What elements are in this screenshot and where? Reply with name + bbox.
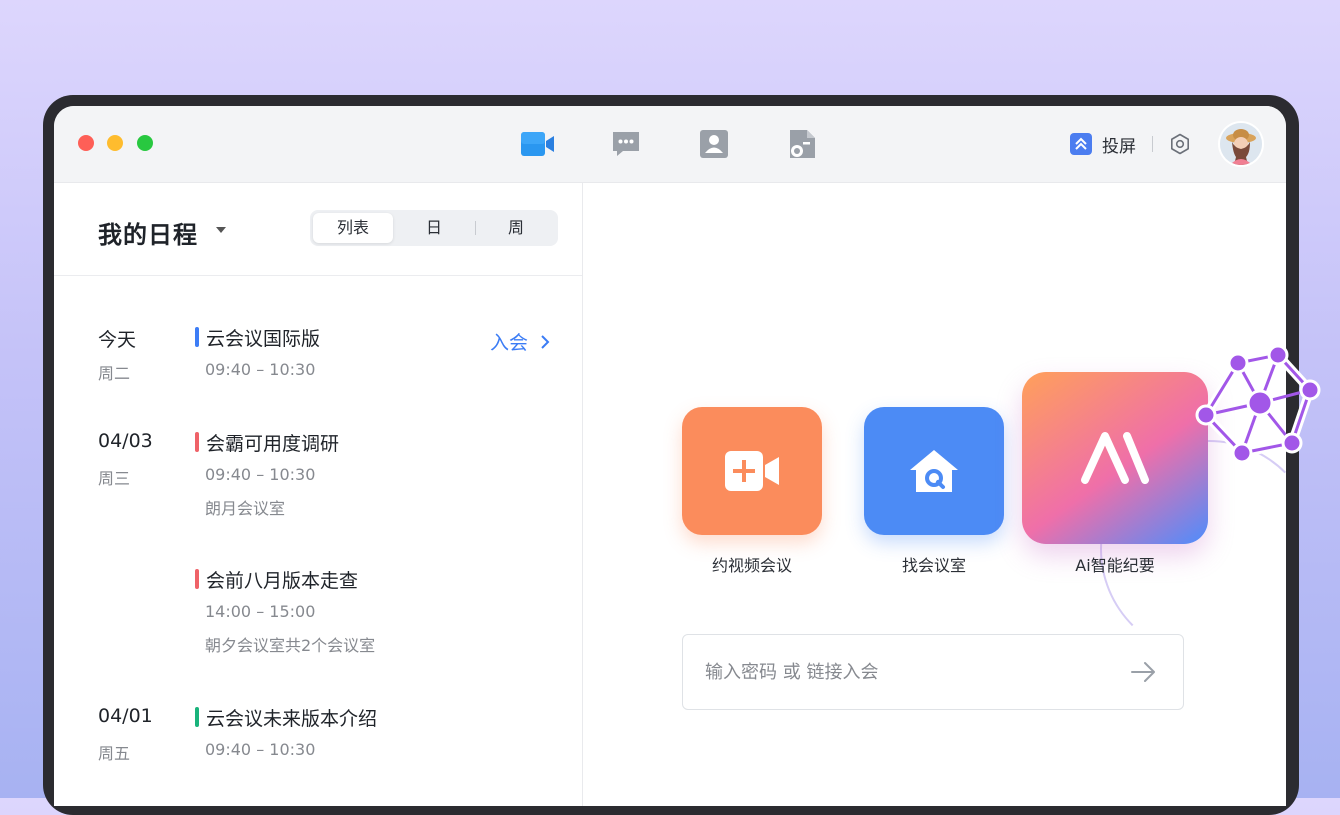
- event-room: 朝夕会议室共2个会议室: [205, 636, 376, 655]
- day-date: 04/01: [98, 705, 153, 727]
- event-title: 云会议未来版本介绍: [206, 708, 378, 730]
- day-weekday: 周五: [98, 744, 131, 763]
- event-color-bar: [195, 569, 199, 589]
- day-date: 今天: [98, 329, 137, 351]
- schedule-header: 我的日程 列表 日 周: [54, 183, 582, 276]
- day-weekday: 周三: [98, 469, 131, 488]
- schedule-panel: 我的日程 列表 日 周 今天 周二 云会议国际版 09:40 – 10:30 入…: [54, 183, 583, 806]
- event-title: 云会议国际版: [206, 328, 321, 350]
- room-search-icon: [910, 450, 958, 492]
- tab-list[interactable]: 列表: [313, 213, 393, 243]
- schedule-title[interactable]: 我的日程: [98, 215, 198, 250]
- find-room-label: 找会议室: [901, 556, 966, 575]
- close-window-button[interactable]: [78, 135, 94, 151]
- screen-share-label: 投屏: [1102, 136, 1136, 157]
- day-date: 04/03: [98, 430, 153, 452]
- ai-molecule-icon: [1195, 345, 1321, 464]
- schedule-video-meeting-label: 约视频会议: [711, 556, 792, 575]
- join-meeting-button[interactable]: 入会: [490, 328, 550, 355]
- tab-day[interactable]: 日: [394, 213, 474, 243]
- schedule-video-meeting-button[interactable]: [682, 407, 822, 535]
- contacts-icon[interactable]: [698, 128, 730, 160]
- avatar[interactable]: [1220, 123, 1262, 165]
- view-switcher: 列表 日 周: [310, 210, 558, 246]
- maximize-window-button[interactable]: [137, 135, 153, 151]
- video-meeting-icon[interactable]: [520, 128, 554, 160]
- document-icon[interactable]: [786, 128, 818, 160]
- meeting-code-input[interactable]: [682, 634, 1184, 710]
- event-room: 朗月会议室: [205, 499, 286, 518]
- ai-logo-icon: [1081, 432, 1149, 484]
- event-color-bar: [195, 432, 199, 452]
- toolbar-divider: [1152, 136, 1153, 152]
- event-time: 09:40 – 10:30: [205, 360, 316, 379]
- join-meeting-label: 入会: [490, 332, 529, 354]
- ai-summary-button[interactable]: [1022, 372, 1208, 544]
- minimize-window-button[interactable]: [107, 135, 123, 151]
- chat-icon[interactable]: [610, 128, 642, 160]
- chevron-right-icon: [541, 334, 550, 349]
- title-bar: 投屏: [54, 106, 1286, 183]
- event-color-bar: [195, 327, 199, 347]
- chevron-down-icon[interactable]: [216, 227, 226, 233]
- event-title: 会前八月版本走查: [206, 570, 359, 592]
- screen-share-icon: [1070, 133, 1092, 155]
- day-weekday: 周二: [98, 364, 131, 383]
- arrow-right-icon[interactable]: [1130, 660, 1158, 684]
- gear-icon[interactable]: [1168, 132, 1192, 156]
- event-title: 会霸可用度调研: [206, 433, 340, 455]
- event-time: 14:00 – 15:00: [205, 602, 316, 621]
- ai-summary-label: Ai智能纪要: [1075, 556, 1155, 575]
- event-color-bar: [195, 707, 199, 727]
- screen-share-button[interactable]: 投屏: [1070, 132, 1136, 157]
- app-window: 投屏 我的日程 列表 日 周 今天 周二 云会议国际版 09:40 – 10:3…: [54, 106, 1286, 806]
- find-room-button[interactable]: [864, 407, 1004, 535]
- event-time: 09:40 – 10:30: [205, 465, 316, 484]
- event-time: 09:40 – 10:30: [205, 740, 316, 759]
- video-plus-icon: [725, 451, 779, 491]
- tab-week[interactable]: 周: [476, 213, 556, 243]
